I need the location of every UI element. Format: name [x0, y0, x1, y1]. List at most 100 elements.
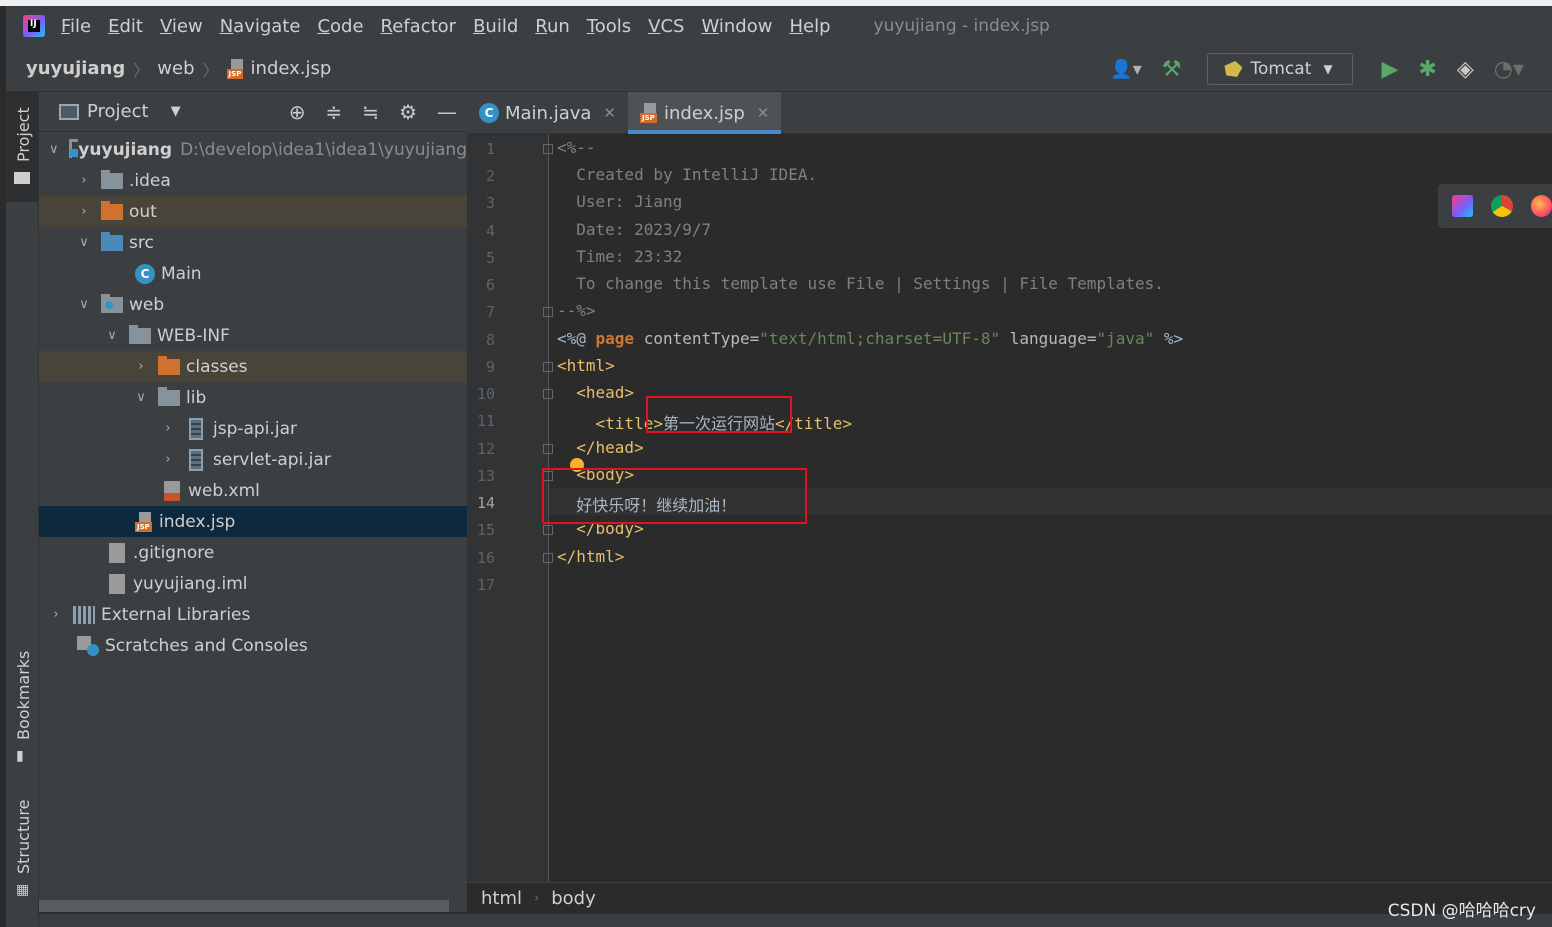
fold-icon[interactable]: [543, 444, 553, 454]
build-hammer-icon[interactable]: ⚒: [1162, 57, 1182, 82]
excluded-folder-icon: [158, 355, 180, 375]
nav-crumb-web[interactable]: web: [157, 58, 194, 79]
line-number-gutter: 1 2 3 4 5 6 7 8 9 10 11 12 13 14 15 16 1…: [467, 134, 549, 882]
tool-tab-project[interactable]: Project: [6, 92, 39, 202]
chevron-down-icon[interactable]: ∨: [105, 328, 119, 343]
menu-edit[interactable]: Edit: [108, 16, 143, 37]
tree-item-iml[interactable]: yuyujiang.iml: [39, 568, 467, 599]
tree-item-idea[interactable]: › .idea: [39, 165, 467, 196]
line-number: 11: [476, 412, 495, 430]
tree-item-gitignore[interactable]: .gitignore: [39, 537, 467, 568]
tree-item-scratches[interactable]: Scratches and Consoles: [39, 630, 467, 661]
tree-item-label: Scratches and Consoles: [105, 635, 308, 656]
menu-navigate[interactable]: Navigate: [220, 16, 301, 37]
expand-all-icon[interactable]: ≑: [326, 100, 343, 124]
chevron-down-icon[interactable]: ∨: [77, 235, 91, 250]
profile-icon[interactable]: ◔▾: [1494, 57, 1524, 82]
fold-icon[interactable]: [543, 389, 553, 399]
menu-tools[interactable]: Tools: [587, 16, 631, 37]
chevron-down-icon[interactable]: ∨: [77, 297, 91, 312]
breadcrumb-html[interactable]: html: [481, 888, 522, 909]
tree-item-web-inf[interactable]: ∨ WEB-INF: [39, 320, 467, 351]
tree-item-web[interactable]: ∨ web: [39, 289, 467, 320]
firefox-icon[interactable]: [1530, 195, 1552, 217]
chevron-down-icon: ▼: [1323, 62, 1333, 76]
menu-help[interactable]: Help: [789, 16, 830, 37]
bottom-tool-bar: [39, 914, 1552, 927]
tool-tab-structure[interactable]: Structure ▦: [6, 792, 39, 902]
intellij-browser-icon[interactable]: [1452, 195, 1474, 217]
nav-crumb-file[interactable]: index.jsp: [251, 58, 332, 79]
chevron-right-icon[interactable]: ›: [161, 452, 175, 467]
locate-icon[interactable]: ⊕: [289, 100, 306, 124]
project-view-selector[interactable]: Project ▼: [59, 101, 181, 122]
intellij-logo-icon: IJ: [23, 15, 45, 37]
gear-icon[interactable]: ⚙: [399, 100, 417, 124]
chevron-down-icon[interactable]: ∨: [134, 390, 148, 405]
tree-item-main[interactable]: C Main: [39, 258, 467, 289]
chevron-right-icon[interactable]: ›: [77, 204, 91, 219]
editor-tabs: C Main.java ✕ JSP index.jsp ✕: [467, 92, 1552, 134]
tree-item-jsp-api-jar[interactable]: › jsp-api.jar: [39, 413, 467, 444]
close-icon[interactable]: ✕: [757, 104, 770, 122]
chevron-right-icon[interactable]: ›: [161, 421, 175, 436]
tab-index-jsp[interactable]: JSP index.jsp ✕: [627, 92, 782, 134]
code-line-comment: <%--: [557, 138, 596, 157]
tree-item-external-libraries[interactable]: › External Libraries: [39, 599, 467, 630]
code-editor[interactable]: 1 2 3 4 5 6 7 8 9 10 11 12 13 14 15 16 1…: [467, 134, 1552, 882]
tree-item-root[interactable]: ∨ yuyujiang D:\develop\idea1\idea1\yuyuj…: [39, 134, 467, 165]
directive-attr: language=: [1000, 329, 1097, 348]
chevron-down-icon: ▼: [170, 104, 181, 119]
menu-run[interactable]: Run: [535, 16, 570, 37]
fold-icon[interactable]: [543, 144, 553, 154]
chevron-right-icon[interactable]: ›: [49, 607, 63, 622]
run-icon[interactable]: ▶: [1381, 57, 1398, 82]
tree-item-src[interactable]: ∨ src: [39, 227, 467, 258]
tree-item-label: lib: [186, 387, 207, 408]
folder-icon: [158, 386, 180, 406]
close-icon[interactable]: ✕: [603, 104, 616, 122]
run-config-selector[interactable]: Tomcat ▼: [1207, 53, 1354, 85]
menu-build[interactable]: Build: [473, 16, 518, 37]
fold-icon[interactable]: [543, 553, 553, 563]
directive-open: <%@: [557, 329, 596, 348]
project-horizontal-scrollbar[interactable]: [39, 900, 449, 912]
menu-file[interactable]: File: [61, 16, 91, 37]
chevron-right-icon[interactable]: ›: [134, 359, 148, 374]
chevron-right-icon: ›: [534, 891, 540, 906]
menu-code[interactable]: Code: [317, 16, 363, 37]
tree-item-servlet-api-jar[interactable]: › servlet-api.jar: [39, 444, 467, 475]
tree-item-web-xml[interactable]: web.xml: [39, 475, 467, 506]
tab-main-java[interactable]: C Main.java ✕: [467, 92, 628, 134]
directive-value: "java": [1096, 329, 1155, 348]
menu-vcs[interactable]: VCS: [648, 16, 684, 37]
tree-item-label: out: [129, 201, 157, 222]
fold-icon[interactable]: [543, 362, 553, 372]
debug-icon[interactable]: ✱: [1418, 57, 1436, 82]
menu-window[interactable]: Window: [701, 16, 772, 37]
window-title: yuyujiang - index.jsp: [873, 16, 1050, 36]
menu-refactor[interactable]: Refactor: [381, 16, 457, 37]
collapse-all-icon[interactable]: ≒: [362, 100, 379, 124]
fold-icon[interactable]: [543, 525, 553, 535]
nav-crumb-project[interactable]: yuyujiang: [26, 58, 125, 79]
coverage-icon[interactable]: ◈: [1457, 57, 1474, 82]
xml-file-icon: [164, 480, 180, 501]
folder-icon: [101, 169, 123, 189]
chevron-down-icon[interactable]: ∨: [49, 142, 59, 157]
tree-item-classes[interactable]: › classes: [39, 351, 467, 382]
tree-item-lib[interactable]: ∨ lib: [39, 382, 467, 413]
tree-item-out[interactable]: › out: [39, 196, 467, 227]
chevron-right-icon[interactable]: ›: [77, 173, 91, 188]
chrome-icon[interactable]: [1491, 195, 1513, 217]
fold-icon[interactable]: [543, 307, 553, 317]
tool-tab-bookmarks[interactable]: Bookmarks ▮: [6, 642, 39, 772]
code-line-head-open: <head>: [557, 383, 635, 402]
menu-view[interactable]: View: [160, 16, 203, 37]
hide-icon[interactable]: —: [437, 100, 457, 124]
line-number: 13: [476, 467, 495, 485]
breadcrumb-body[interactable]: body: [551, 888, 596, 909]
jar-icon: [189, 448, 203, 471]
tree-item-index-jsp[interactable]: JSP index.jsp: [39, 506, 467, 537]
user-dropdown-icon[interactable]: 👤▾: [1110, 59, 1141, 80]
